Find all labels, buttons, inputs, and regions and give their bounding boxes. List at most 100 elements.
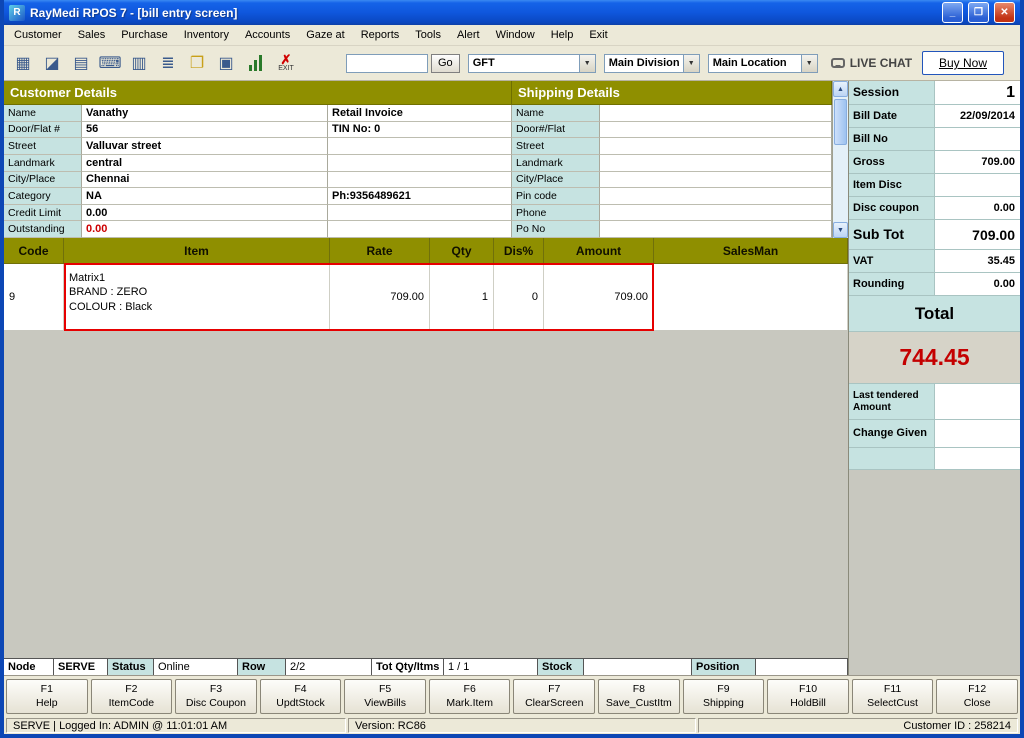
- shipping-phone-field[interactable]: [600, 204, 832, 222]
- f6-mark-item-button[interactable]: F6 Mark.Item: [428, 679, 511, 714]
- menu-item-reports[interactable]: Reports: [353, 26, 408, 44]
- scrollbar-track[interactable]: [833, 97, 848, 222]
- scroll-down-icon[interactable]: ▼: [833, 222, 848, 238]
- menu-item-customer[interactable]: Customer: [6, 26, 70, 44]
- column-header-amount: Amount: [544, 238, 654, 264]
- scroll-up-icon[interactable]: ▲: [833, 81, 848, 97]
- credit-limit-field[interactable]: 0.00: [82, 204, 328, 222]
- buy-now-button[interactable]: Buy Now: [921, 51, 1004, 75]
- item-amount-cell[interactable]: 709.00: [544, 264, 654, 330]
- f4-updtstock-button[interactable]: F4 UpdtStock: [259, 679, 342, 714]
- folder-open-icon[interactable]: ❐: [184, 49, 210, 77]
- customer-name-field[interactable]: Vanathy: [82, 105, 328, 122]
- customer-category-field[interactable]: NA: [82, 188, 328, 205]
- chevron-down-icon[interactable]: ▼: [578, 54, 595, 72]
- shipping-street-field[interactable]: [600, 138, 832, 155]
- f9-shipping-button[interactable]: F9 Shipping: [682, 679, 765, 714]
- table-row[interactable]: 9 Matrix1 BRAND : ZERO COLOUR : Black 70…: [4, 263, 848, 331]
- f7-clearscreen-button[interactable]: F7 ClearScreen: [513, 679, 596, 714]
- print-icon[interactable]: ▤: [68, 49, 94, 77]
- status-value: Online: [154, 659, 238, 675]
- fkey-label: UpdtStock: [276, 696, 325, 709]
- invoice-type-field[interactable]: Retail Invoice: [328, 105, 512, 122]
- exit-icon[interactable]: ✗ EXIT: [271, 49, 301, 77]
- panel-empty-area: [849, 470, 1020, 675]
- f3-disc-coupon-button[interactable]: F3 Disc Coupon: [175, 679, 257, 714]
- item-code-cell[interactable]: 9: [4, 264, 64, 330]
- document-icon[interactable]: ≣: [155, 49, 181, 77]
- fkey-label: ViewBills: [364, 696, 407, 709]
- keypad-icon[interactable]: ⌨: [97, 49, 123, 77]
- customer-phone-field[interactable]: Ph:9356489621: [328, 188, 512, 205]
- bill-no-value: [935, 128, 1020, 150]
- item-dis-cell[interactable]: 0: [494, 264, 544, 330]
- outstanding-field[interactable]: 0.00: [82, 221, 328, 238]
- location-combo[interactable]: Main Location ▼: [707, 53, 818, 73]
- menu-item-accounts[interactable]: Accounts: [237, 26, 298, 44]
- shipping-pono-field[interactable]: [600, 221, 832, 238]
- bill-icon[interactable]: ▦: [10, 49, 36, 77]
- window-title: RayMedi RPOS 7 - [bill entry screen]: [30, 5, 238, 20]
- product-combo[interactable]: GFT ▼: [467, 53, 596, 73]
- menu-item-exit[interactable]: Exit: [581, 26, 615, 44]
- live-chat-link[interactable]: LIVE CHAT: [830, 56, 912, 70]
- billing-row-rounding: Rounding 0.00: [849, 273, 1020, 296]
- details-scrollbar[interactable]: ▲ ▼: [832, 81, 848, 238]
- notes-icon[interactable]: ▥: [126, 49, 152, 77]
- chart-icon[interactable]: [242, 49, 268, 77]
- item-qty-cell[interactable]: 1: [430, 264, 494, 330]
- f5-viewbills-button[interactable]: F5 ViewBills: [344, 679, 426, 714]
- menu-item-purchase[interactable]: Purchase: [113, 26, 175, 44]
- item-rate-cell[interactable]: 709.00: [330, 264, 430, 330]
- f10-holdbill-button[interactable]: F10 HoldBill: [767, 679, 849, 714]
- save-icon[interactable]: ◪: [39, 49, 65, 77]
- f2-itemcode-button[interactable]: F2 ItemCode: [90, 679, 173, 714]
- shipping-row: Landmark: [512, 154, 832, 172]
- menu-item-alert[interactable]: Alert: [449, 26, 488, 44]
- scrollbar-thumb[interactable]: [834, 99, 847, 145]
- shipping-name-field[interactable]: [600, 105, 832, 122]
- customer-door-field[interactable]: 56: [82, 121, 328, 139]
- menu-item-help[interactable]: Help: [543, 26, 582, 44]
- item-salesman-cell[interactable]: [654, 264, 848, 330]
- customer-landmark-field[interactable]: central: [82, 154, 328, 172]
- column-header-qty: Qty: [430, 238, 494, 264]
- display-icon[interactable]: ▣: [213, 49, 239, 77]
- menu-item-window[interactable]: Window: [488, 26, 543, 44]
- shipping-landmark-field[interactable]: [600, 154, 832, 172]
- chevron-down-icon[interactable]: ▼: [682, 54, 699, 72]
- customer-street-field[interactable]: Valluvar street: [82, 138, 328, 155]
- menu-item-gaze-at[interactable]: Gaze at: [298, 26, 353, 44]
- menu-item-tools[interactable]: Tools: [407, 26, 449, 44]
- shipping-door-field[interactable]: [600, 121, 832, 139]
- f8-save-custitm-button[interactable]: F8 Save_CustItm: [598, 679, 680, 714]
- item-name-cell[interactable]: Matrix1 BRAND : ZERO COLOUR : Black: [64, 264, 330, 330]
- maximize-button[interactable]: ❐: [968, 2, 989, 23]
- f12-close-button[interactable]: F12 Close: [936, 679, 1018, 714]
- fkey-label: Shipping: [702, 696, 744, 709]
- shipping-row: Street: [512, 138, 832, 155]
- shipping-pincode-field[interactable]: [600, 188, 832, 205]
- tin-no-field[interactable]: TIN No: 0: [328, 121, 512, 139]
- field-label: Door/Flat #: [4, 121, 82, 139]
- column-header-item: Item: [64, 238, 330, 264]
- f1-help-button[interactable]: F1 Help: [6, 679, 88, 714]
- shipping-city-field[interactable]: [600, 171, 832, 189]
- customer-row: Category NA Ph:9356489621: [4, 188, 512, 205]
- chevron-down-icon[interactable]: ▼: [800, 54, 817, 72]
- division-combo[interactable]: Main Division ▼: [603, 53, 700, 73]
- left-column: Customer Details Name Vanathy Retail Inv…: [4, 81, 848, 675]
- minimize-button[interactable]: _: [942, 2, 963, 23]
- menu-item-inventory[interactable]: Inventory: [176, 26, 237, 44]
- close-button[interactable]: ✕: [994, 2, 1015, 23]
- f11-selectcust-button[interactable]: F11 SelectCust: [851, 679, 934, 714]
- go-button[interactable]: Go: [431, 53, 460, 73]
- field-label: Landmark: [512, 154, 600, 172]
- shipping-rows: Name Door#/Flat Street Landmark City/Pla…: [512, 105, 832, 238]
- customer-city-field[interactable]: Chennai: [82, 171, 328, 189]
- division-combo-value: Main Division: [608, 56, 680, 69]
- fkey-label: ItemCode: [108, 696, 155, 709]
- billing-row-change-given: Change Given: [849, 420, 1020, 448]
- search-input[interactable]: [346, 53, 428, 73]
- menu-item-sales[interactable]: Sales: [70, 26, 114, 44]
